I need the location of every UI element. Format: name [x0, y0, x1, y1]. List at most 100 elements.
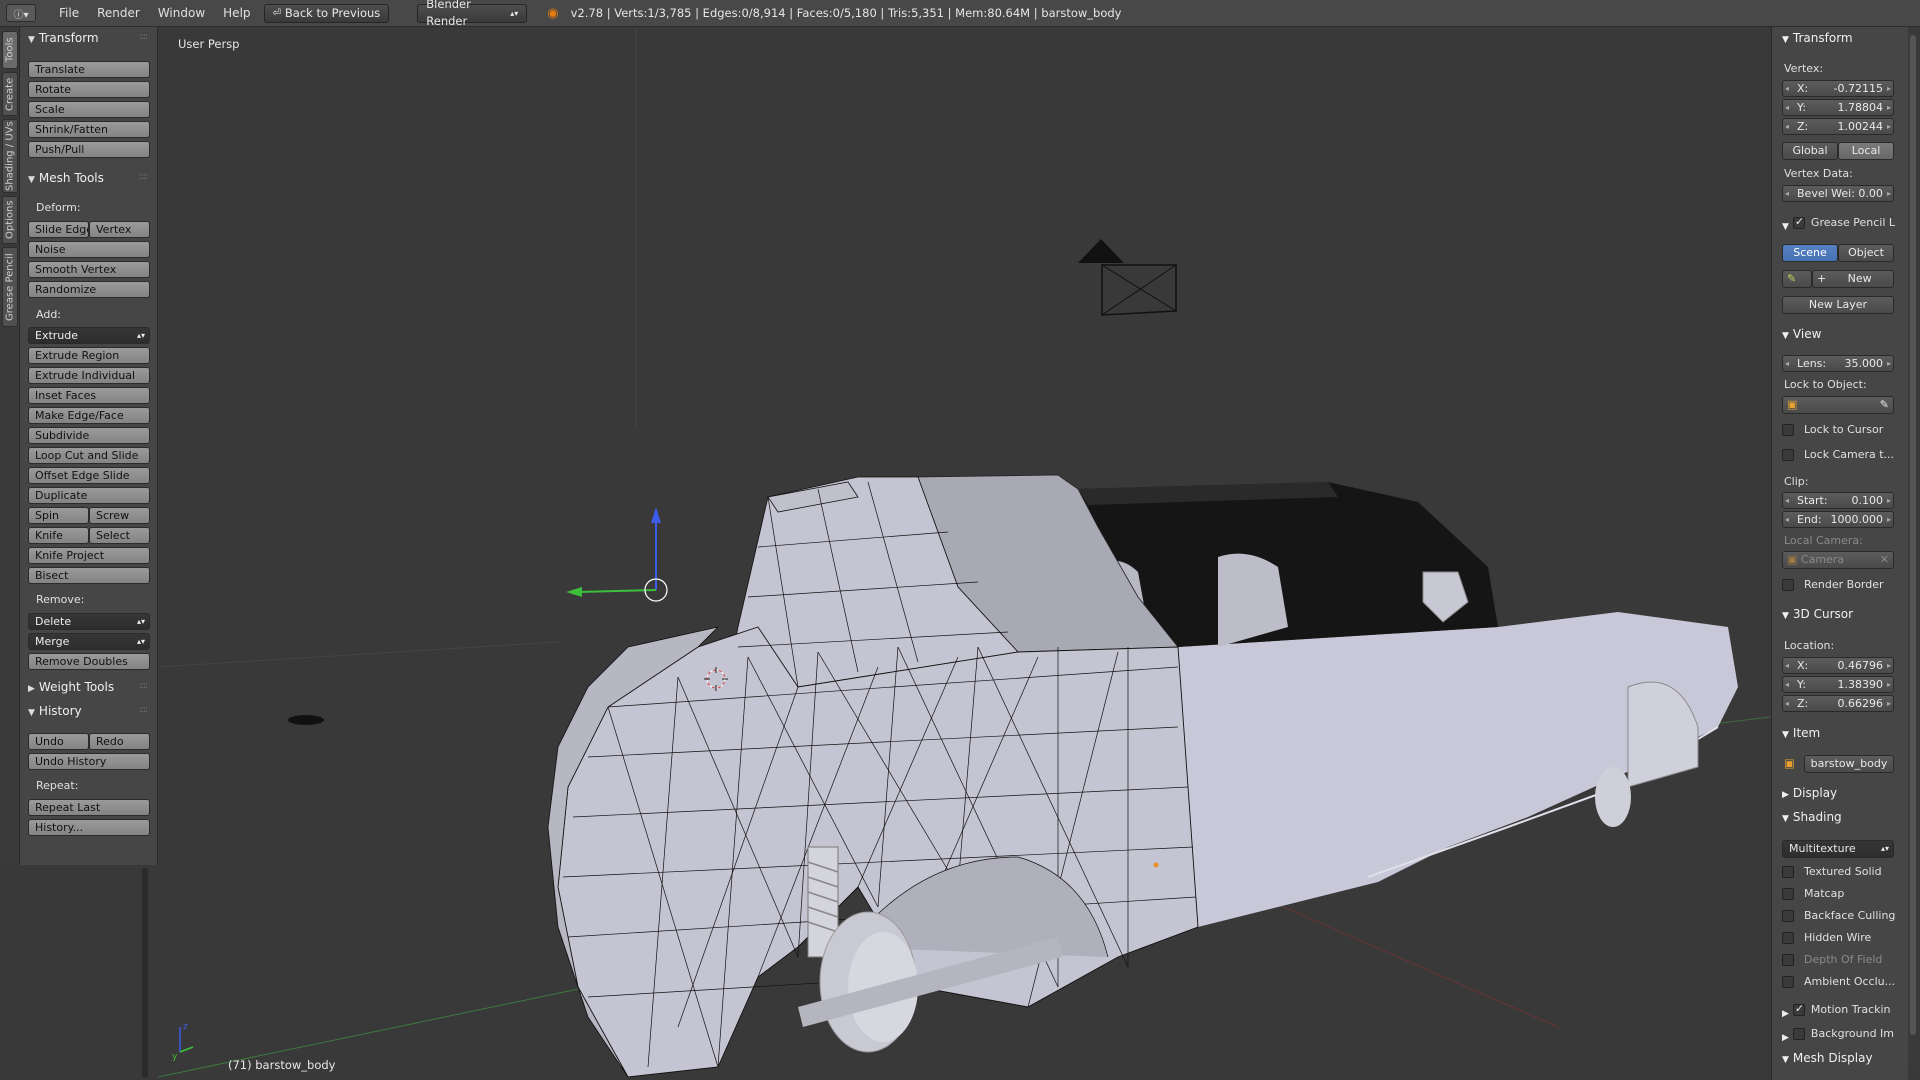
item-panel-header[interactable]: ▼ Item [1782, 726, 1820, 740]
decrement-icon[interactable]: ◂ [1785, 356, 1789, 371]
shading-mode-select[interactable]: Multitexture ▴▾ [1782, 840, 1894, 858]
background-images-header[interactable]: ▶ Background Im [1782, 1027, 1894, 1043]
increment-icon[interactable]: ▸ [1887, 356, 1891, 371]
transform-gizmo[interactable] [566, 507, 668, 602]
duplicate-button[interactable]: Duplicate [28, 487, 150, 504]
history-button[interactable]: History... [28, 819, 150, 836]
make-edge-face-button[interactable]: Make Edge/Face [28, 407, 150, 424]
decrement-icon[interactable]: ◂ [1785, 512, 1789, 527]
knife-button[interactable]: Knife [28, 527, 89, 544]
grease-object-toggle[interactable]: Object [1838, 244, 1894, 262]
global-toggle[interactable]: Global [1782, 142, 1838, 160]
screw-button[interactable]: Screw [89, 507, 150, 524]
menu-window[interactable]: Window [149, 6, 214, 20]
view-panel-header[interactable]: ▼ View [1782, 327, 1821, 341]
redo-button[interactable]: Redo [89, 733, 150, 750]
render-engine-select[interactable]: Blender Render ▴▾ [417, 0, 528, 28]
knife-select-button[interactable]: Select [89, 527, 150, 544]
slide-vertex-button[interactable]: Vertex [89, 221, 150, 238]
depth-of-field-checkbox[interactable]: Depth Of Field [1782, 953, 1882, 966]
extrude-region-button[interactable]: Extrude Region [28, 347, 150, 364]
undo-button[interactable]: Undo [28, 733, 89, 750]
tab-tools[interactable]: Tools [2, 31, 18, 69]
inset-faces-button[interactable]: Inset Faces [28, 387, 150, 404]
clip-start-field[interactable]: ◂ Start: 0.100 ▸ [1782, 492, 1894, 509]
back-to-previous-button[interactable]: ⏎ Back to Previous [263, 3, 390, 23]
editor-type-button[interactable]: ⓘ▾ [6, 4, 36, 22]
backface-culling-checkbox[interactable]: Backface Culling [1782, 909, 1895, 922]
shading-panel-header[interactable]: ▼ Shading [1782, 810, 1842, 824]
shrink-fatten-button[interactable]: Shrink/Fatten [28, 121, 150, 138]
knife-project-button[interactable]: Knife Project [28, 547, 150, 564]
vertex-x-field[interactable]: ◂ X: -0.72115 ▸ [1782, 80, 1894, 97]
cursor-z-field[interactable]: ◂ Z: 0.66296 ▸ [1782, 695, 1894, 712]
rotate-button[interactable]: Rotate [28, 81, 150, 98]
grease-pencil-browse[interactable]: ✎ [1782, 270, 1812, 288]
translate-button[interactable]: Translate [28, 61, 150, 78]
scrollbar-thumb[interactable] [1910, 35, 1916, 1035]
delete-menu[interactable]: Delete ▴▾ [28, 613, 150, 630]
grease-pencil-checkbox[interactable] [1792, 215, 1805, 229]
tab-grease-pencil[interactable]: Grease Pencil [2, 247, 18, 327]
increment-icon[interactable]: ▸ [1887, 186, 1891, 201]
increment-icon[interactable]: ▸ [1887, 658, 1891, 673]
bevel-weight-field[interactable]: ◂ Bevel Wei: 0.00 ▸ [1782, 185, 1894, 202]
motion-tracking-header[interactable]: ▶Motion Trackin [1782, 1002, 1891, 1019]
randomize-button[interactable]: Randomize [28, 281, 150, 298]
remove-doubles-button[interactable]: Remove Doubles [28, 653, 150, 670]
hidden-wire-checkbox[interactable]: Hidden Wire [1782, 931, 1871, 944]
motion-tracking-checkbox[interactable] [1792, 1002, 1805, 1016]
menu-file[interactable]: File [50, 6, 88, 20]
vertex-z-field[interactable]: ◂ Z: 1.00244 ▸ [1782, 118, 1894, 135]
clip-end-field[interactable]: ◂ End: 1000.000 ▸ [1782, 511, 1894, 528]
decrement-icon[interactable]: ◂ [1785, 186, 1789, 201]
decrement-icon[interactable]: ◂ [1785, 119, 1789, 134]
scale-button[interactable]: Scale [28, 101, 150, 118]
tool-shelf-scrollbar[interactable] [142, 868, 148, 1078]
properties-scrollbar[interactable] [1909, 30, 1917, 1070]
loop-cut-button[interactable]: Loop Cut and Slide [28, 447, 150, 464]
menu-help[interactable]: Help [214, 6, 259, 20]
decrement-icon[interactable]: ◂ [1785, 100, 1789, 115]
spin-button[interactable]: Spin [28, 507, 89, 524]
grease-new-button[interactable]: + New [1812, 270, 1894, 288]
undo-history-button[interactable]: Undo History [28, 753, 150, 770]
extrude-individual-button[interactable]: Extrude Individual [28, 367, 150, 384]
extrude-menu[interactable]: Extrude ▴▾ [28, 327, 150, 344]
slide-edge-button[interactable]: Slide Edge [28, 221, 89, 238]
mesh-display-header[interactable]: ▼ Mesh Display [1782, 1051, 1873, 1065]
grease-scene-toggle[interactable]: Scene [1782, 244, 1838, 262]
mesh-tools-panel-header[interactable]: ▼ Mesh Tools [28, 171, 104, 185]
3d-cursor-panel-header[interactable]: ▼ 3D Cursor [1782, 607, 1853, 621]
lock-camera-checkbox[interactable]: Lock Camera t... [1782, 448, 1894, 461]
merge-menu[interactable]: Merge ▴▾ [28, 633, 150, 650]
grip-icon[interactable]: :::: [139, 32, 148, 42]
object-name-field[interactable]: barstow_body [1804, 755, 1894, 773]
decrement-icon[interactable]: ◂ [1785, 677, 1789, 692]
new-layer-button[interactable]: New Layer [1782, 296, 1894, 314]
increment-icon[interactable]: ▸ [1887, 696, 1891, 711]
grip-icon[interactable]: :::: [139, 705, 148, 715]
menu-render[interactable]: Render [88, 6, 149, 20]
grip-icon[interactable]: :::: [139, 681, 148, 691]
increment-icon[interactable]: ▸ [1887, 119, 1891, 134]
increment-icon[interactable]: ▸ [1887, 677, 1891, 692]
subdivide-button[interactable]: Subdivide [28, 427, 150, 444]
lock-to-cursor-checkbox[interactable]: Lock to Cursor [1782, 423, 1883, 436]
local-camera-field[interactable]: ▣ Camera ✕ [1782, 551, 1894, 569]
tab-shading-uvs[interactable]: Shading / UVs [2, 119, 18, 193]
increment-icon[interactable]: ▸ [1887, 512, 1891, 527]
increment-icon[interactable]: ▸ [1887, 493, 1891, 508]
increment-icon[interactable]: ▸ [1887, 81, 1891, 96]
noise-button[interactable]: Noise [28, 241, 150, 258]
cursor-y-field[interactable]: ◂ Y: 1.38390 ▸ [1782, 676, 1894, 693]
textured-solid-checkbox[interactable]: Textured Solid [1782, 865, 1882, 878]
offset-edge-slide-button[interactable]: Offset Edge Slide [28, 467, 150, 484]
lock-object-field[interactable]: ▣ ✎ [1782, 396, 1894, 414]
lens-field[interactable]: ◂ Lens: 35.000 ▸ [1782, 355, 1894, 372]
camera-object[interactable] [1078, 239, 1177, 316]
bisect-button[interactable]: Bisect [28, 567, 150, 584]
local-toggle[interactable]: Local [1838, 142, 1894, 160]
render-border-checkbox[interactable]: Render Border [1782, 578, 1884, 591]
vertex-y-field[interactable]: ◂ Y: 1.78804 ▸ [1782, 99, 1894, 116]
